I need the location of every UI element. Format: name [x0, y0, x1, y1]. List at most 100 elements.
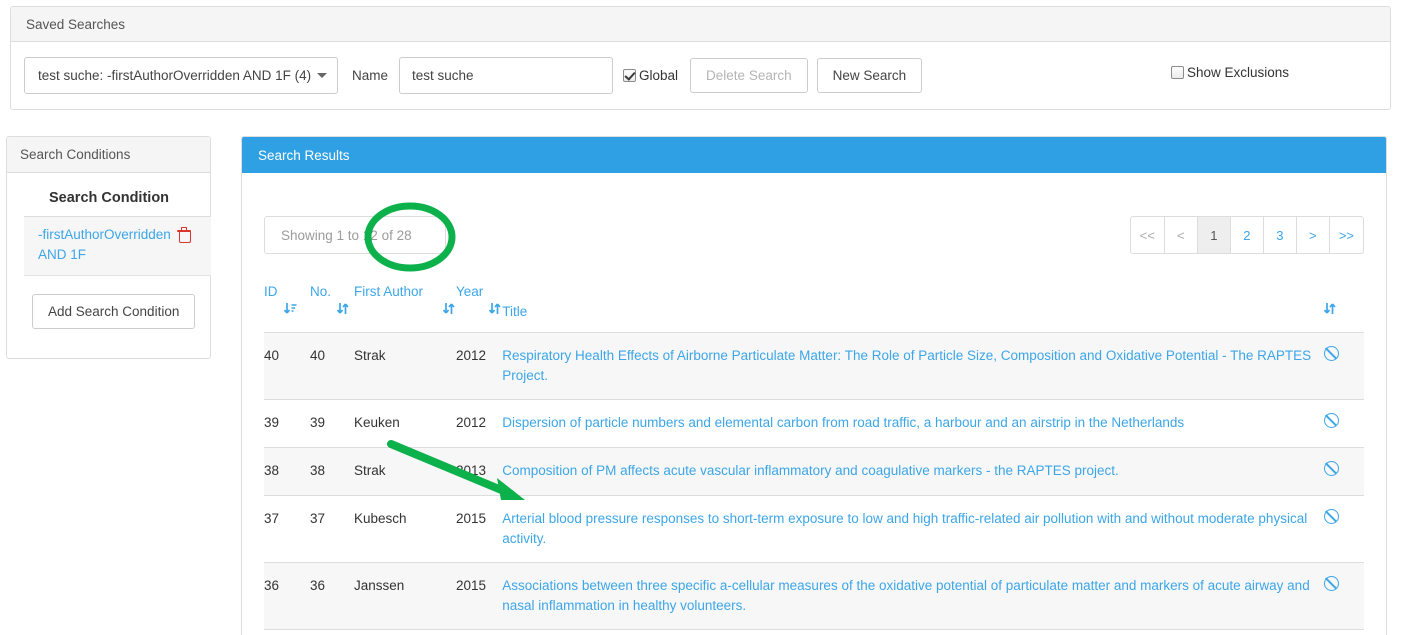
- pagination-last[interactable]: >>: [1329, 216, 1364, 254]
- ban-icon[interactable]: [1324, 461, 1339, 476]
- add-search-condition-button[interactable]: Add Search Condition: [32, 294, 196, 329]
- trash-icon[interactable]: [177, 227, 191, 243]
- cell-id: 37: [264, 495, 310, 563]
- column-label-id: ID: [264, 284, 278, 299]
- cell-action: [1324, 495, 1364, 563]
- delete-search-button[interactable]: Delete Search: [690, 58, 808, 93]
- pagination-next[interactable]: >: [1296, 216, 1330, 254]
- column-header-id[interactable]: ID: [264, 284, 310, 333]
- search-condition-link[interactable]: -firstAuthorOverridden AND 1F: [38, 225, 171, 265]
- show-exclusions-wrap[interactable]: Show Exclusions: [1171, 65, 1289, 80]
- title-link[interactable]: Arterial blood pressure responses to sho…: [502, 511, 1307, 546]
- cell-no: 38: [310, 447, 354, 496]
- cell-action: [1324, 332, 1364, 400]
- cell-year: 2012: [456, 399, 503, 448]
- showing-count: Showing 1 to 12 of 28: [264, 216, 446, 254]
- show-exclusions-checkbox[interactable]: [1171, 66, 1184, 79]
- cell-year: 2012: [456, 332, 503, 400]
- cell-title: Associations between three specific a-ce…: [502, 562, 1324, 630]
- table-header-row: ID No. First Author Year Title: [264, 284, 1364, 333]
- cell-title: Composition of PM affects acute vascular…: [502, 447, 1324, 496]
- cell-first-author: Kubesch: [354, 495, 456, 563]
- table-row[interactable]: 36 36 Janssen 2015 Associations between …: [264, 562, 1364, 630]
- cell-title: Spatial and temporal variability of ultr…: [502, 629, 1324, 635]
- search-condition-section-title: Search Condition: [24, 183, 211, 217]
- sort-icon[interactable]: [337, 302, 350, 318]
- ban-icon[interactable]: [1324, 509, 1339, 524]
- title-link[interactable]: Composition of PM affects acute vascular…: [502, 463, 1119, 478]
- column-header-actions[interactable]: [1324, 284, 1364, 333]
- cell-no: 36: [310, 562, 354, 630]
- sort-desc-icon[interactable]: [283, 302, 297, 318]
- sort-icon[interactable]: [1324, 302, 1337, 318]
- cell-id: 40: [264, 332, 310, 400]
- column-label-year: Year: [456, 284, 484, 299]
- search-conditions-panel: Search Conditions Search Condition -firs…: [6, 136, 211, 359]
- saved-searches-body: test suche: -firstAuthorOverridden AND 1…: [11, 42, 1390, 109]
- search-conditions-title: Search Conditions: [20, 147, 131, 162]
- saved-search-select[interactable]: test suche: -firstAuthorOverridden AND 1…: [24, 57, 338, 94]
- sort-icon[interactable]: [489, 302, 502, 318]
- title-link[interactable]: Associations between three specific a-ce…: [502, 578, 1309, 613]
- search-conditions-header: Search Conditions: [7, 137, 210, 173]
- pagination-prev[interactable]: <: [1164, 216, 1198, 254]
- app-root: Saved Searches test suche: -firstAuthorO…: [0, 0, 1401, 635]
- search-results-title: Search Results: [258, 147, 350, 163]
- cell-year: 2015: [456, 562, 503, 630]
- cell-no: 40: [310, 332, 354, 400]
- search-name-input[interactable]: [399, 57, 614, 94]
- table-row[interactable]: 38 38 Strak 2013 Composition of PM affec…: [264, 447, 1364, 496]
- pagination: << < 1 2 3 > >>: [1129, 216, 1364, 254]
- search-results-header: Search Results: [242, 137, 1386, 173]
- name-label: Name: [352, 68, 389, 83]
- table-row[interactable]: 35 35 Eeftens 2015 Spatial and temporal …: [264, 629, 1364, 635]
- ban-icon[interactable]: [1324, 413, 1339, 428]
- table-row[interactable]: 37 37 Kubesch 2015 Arterial blood pressu…: [264, 495, 1364, 563]
- cell-first-author: Strak: [354, 447, 456, 496]
- pagination-page-2[interactable]: 2: [1230, 216, 1264, 254]
- ban-icon[interactable]: [1324, 346, 1339, 361]
- sort-icon[interactable]: [443, 302, 456, 318]
- ban-icon[interactable]: [1324, 576, 1339, 591]
- cell-first-author: Eeftens: [354, 629, 456, 635]
- show-exclusions-label: Show Exclusions: [1187, 65, 1290, 80]
- cell-year: 2015: [456, 629, 503, 635]
- search-condition-item[interactable]: -firstAuthorOverridden AND 1F: [24, 217, 211, 276]
- search-conditions-body: Search Condition -firstAuthorOverridden …: [7, 173, 211, 329]
- cell-title: Dispersion of particle numbers and eleme…: [502, 399, 1324, 448]
- column-header-title[interactable]: Title: [502, 284, 1324, 333]
- pagination-page-1[interactable]: 1: [1197, 216, 1231, 254]
- pagination-first[interactable]: <<: [1129, 216, 1165, 254]
- cell-no: 37: [310, 495, 354, 563]
- column-label-first-author: First Author: [354, 284, 424, 299]
- results-table-head: ID No. First Author Year Title: [264, 284, 1364, 333]
- cell-id: 38: [264, 447, 310, 496]
- global-label: Global: [639, 68, 679, 83]
- column-header-year[interactable]: Year: [456, 284, 503, 333]
- results-table: ID No. First Author Year Title 40 40 Str…: [264, 284, 1364, 635]
- column-label-no: No.: [310, 284, 332, 299]
- cell-action: [1324, 399, 1364, 448]
- cell-id: 35: [264, 629, 310, 635]
- cell-action: [1324, 447, 1364, 496]
- cell-year: 2013: [456, 447, 503, 496]
- global-checkbox[interactable]: [623, 69, 637, 82]
- column-header-first-author[interactable]: First Author: [354, 284, 456, 333]
- cell-action: [1324, 562, 1364, 630]
- pagination-page-3[interactable]: 3: [1263, 216, 1297, 254]
- results-toolbar: Showing 1 to 12 of 28 << < 1 2 3 > >>: [264, 173, 1364, 254]
- table-row[interactable]: 39 39 Keuken 2012 Dispersion of particle…: [264, 399, 1364, 448]
- new-search-button[interactable]: New Search: [816, 58, 923, 93]
- cell-first-author: Strak: [354, 332, 456, 400]
- global-checkbox-wrap[interactable]: Global: [623, 68, 678, 83]
- search-results-body: Showing 1 to 12 of 28 << < 1 2 3 > >> ID…: [242, 173, 1386, 635]
- search-results-panel: Search Results Showing 1 to 12 of 28 << …: [241, 136, 1387, 635]
- cell-first-author: Janssen: [354, 562, 456, 630]
- column-label-title: Title: [502, 304, 528, 319]
- column-header-no[interactable]: No.: [310, 284, 354, 333]
- table-row[interactable]: 40 40 Strak 2012 Respiratory Health Effe…: [264, 332, 1364, 400]
- title-link[interactable]: Dispersion of particle numbers and eleme…: [502, 415, 1184, 430]
- cell-id: 36: [264, 562, 310, 630]
- cell-title: Arterial blood pressure responses to sho…: [502, 495, 1324, 563]
- title-link[interactable]: Respiratory Health Effects of Airborne P…: [502, 348, 1311, 383]
